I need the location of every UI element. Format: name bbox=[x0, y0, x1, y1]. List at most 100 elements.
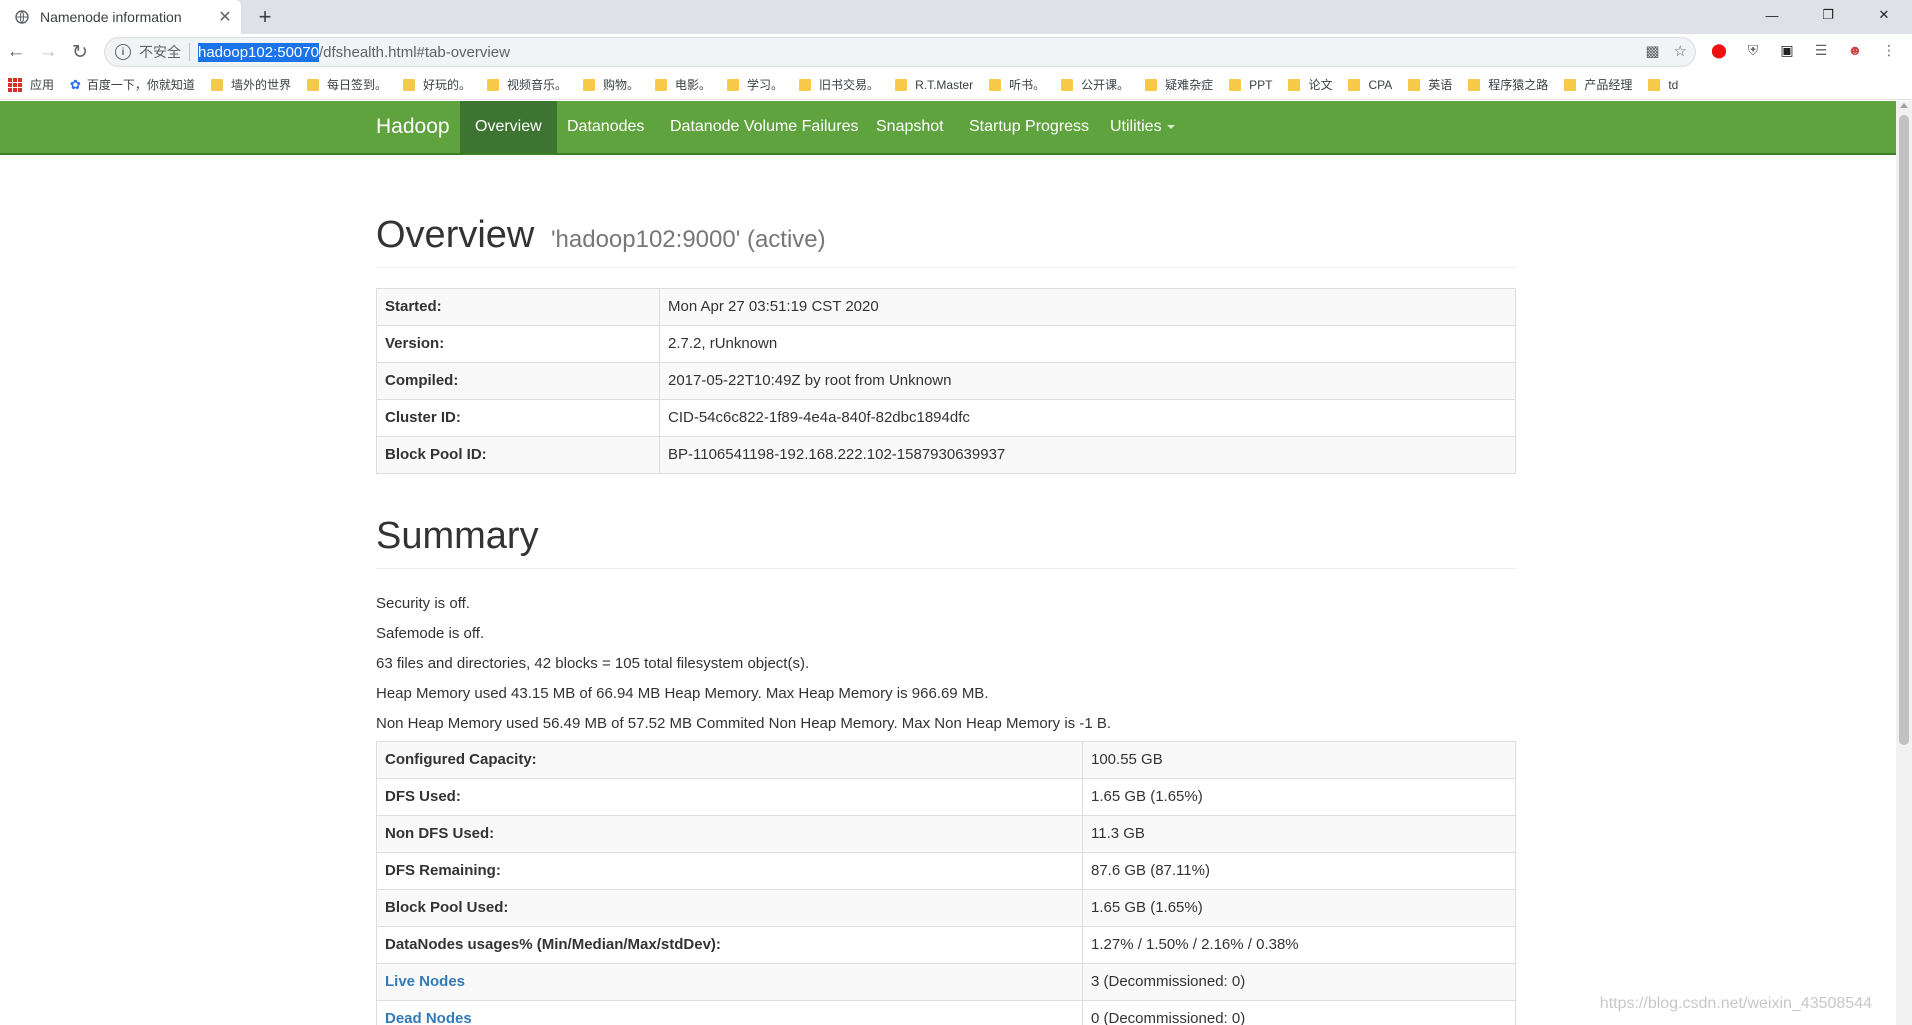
nav-datanodes[interactable]: Datanodes bbox=[552, 101, 659, 153]
bookmark-folder[interactable]: PPT bbox=[1229, 78, 1272, 92]
folder-icon bbox=[799, 78, 812, 91]
bookmark-folder[interactable]: 公开课。 bbox=[1061, 76, 1129, 93]
bookmark-folder[interactable]: 产品经理 bbox=[1564, 76, 1632, 93]
bookmark-label: 好玩的。 bbox=[422, 78, 471, 92]
bookmark-label: td bbox=[1668, 77, 1679, 92]
nav-overview[interactable]: Overview bbox=[460, 101, 557, 153]
overview-title-text: Overview bbox=[376, 214, 535, 256]
folder-icon bbox=[1229, 78, 1242, 91]
back-icon[interactable]: ← bbox=[2, 38, 30, 66]
extension-icon[interactable]: ▣ bbox=[1776, 39, 1798, 61]
bookmark-folder[interactable]: 学习。 bbox=[727, 76, 783, 93]
folder-icon bbox=[402, 78, 415, 91]
opera-icon[interactable]: ⬤ bbox=[1708, 39, 1730, 61]
reload-icon[interactable]: ↻ bbox=[66, 38, 94, 66]
restore-icon[interactable]: ❐ bbox=[1800, 0, 1856, 30]
folder-icon bbox=[486, 78, 499, 91]
url-host[interactable]: hadoop102:50070 bbox=[198, 42, 319, 62]
url-path[interactable]: /dfshealth.html#tab-overview bbox=[319, 44, 510, 61]
browser-tabstrip: Namenode information ✕ + — ❐ ✕ bbox=[0, 0, 1912, 34]
bookmark-folder[interactable]: R.T.Master bbox=[895, 78, 973, 92]
bookmark-folder[interactable]: 疑难杂症 bbox=[1145, 76, 1213, 93]
row-key: Version: bbox=[376, 324, 660, 363]
menu-icon[interactable]: ⋮ bbox=[1878, 39, 1900, 61]
summary-title: Summary bbox=[376, 514, 539, 557]
bookmark-star-icon[interactable]: ☆ bbox=[1674, 42, 1687, 60]
bookmark-label: 墙外的世界 bbox=[230, 78, 291, 92]
new-tab-button[interactable]: + bbox=[252, 4, 278, 30]
minimize-icon[interactable]: — bbox=[1744, 0, 1800, 30]
navbar-brand[interactable]: Hadoop bbox=[376, 101, 450, 153]
live-nodes-link[interactable]: Live Nodes bbox=[385, 973, 465, 990]
row-value: 1.27% / 1.50% / 2.16% / 0.38% bbox=[1082, 925, 1516, 964]
bookmark-folder[interactable]: 视频音乐。 bbox=[486, 76, 567, 93]
bookmark-folder[interactable]: CPA bbox=[1348, 78, 1392, 92]
page-scrollbar[interactable] bbox=[1896, 101, 1912, 1025]
bookmark-folder[interactable]: 程序猿之路 bbox=[1468, 76, 1548, 93]
row-key: DFS Used: bbox=[376, 777, 1083, 816]
bookmark-label: 学习。 bbox=[747, 78, 784, 92]
bookmark-label: CPA bbox=[1368, 77, 1393, 92]
bookmark-baidu[interactable]: ✿ 百度一下，你就知道 bbox=[70, 76, 195, 93]
row-value: Mon Apr 27 03:51:19 CST 2020 bbox=[659, 287, 1516, 326]
bookmark-folder[interactable]: 听书。 bbox=[989, 76, 1045, 93]
bookmark-label: 旧书交易。 bbox=[819, 78, 880, 92]
bookmark-label: PPT bbox=[1249, 77, 1273, 92]
nav-utilities-label: Utilities bbox=[1110, 118, 1162, 135]
address-bar[interactable]: i 不安全 hadoop102:50070 /dfshealth.html#ta… bbox=[104, 37, 1696, 67]
globe-icon bbox=[14, 9, 30, 25]
bookmark-folder[interactable]: 论文 bbox=[1288, 76, 1332, 93]
bookmark-label: 公开课。 bbox=[1081, 78, 1130, 92]
bookmark-label: R.T.Master bbox=[915, 77, 974, 92]
extension-icons: ⬤ ⛨ ▣ ☰ ☻ ⋮ bbox=[1708, 39, 1900, 61]
nav-snapshot[interactable]: Snapshot bbox=[861, 101, 959, 153]
info-icon[interactable]: i bbox=[115, 44, 131, 60]
folder-icon bbox=[1408, 78, 1421, 91]
row-value: 2017-05-22T10:49Z by root from Unknown bbox=[659, 361, 1516, 400]
profile-avatar-icon[interactable]: ☻ bbox=[1844, 39, 1866, 61]
insecure-label: 不安全 bbox=[139, 44, 181, 60]
row-value: CID-54c6c822-1f89-4e4a-840f-82dbc1894dfc bbox=[659, 398, 1516, 437]
close-tab-icon[interactable]: ✕ bbox=[213, 5, 237, 29]
bookmark-folder[interactable]: 电影。 bbox=[655, 76, 711, 93]
baidu-paw-icon: ✿ bbox=[70, 76, 81, 92]
bookmark-folder[interactable]: 墙外的世界 bbox=[210, 76, 291, 93]
scrollbar-thumb[interactable] bbox=[1899, 115, 1909, 745]
row-value: BP-1106541198-192.168.222.102-1587930639… bbox=[659, 435, 1516, 474]
scroll-up-icon[interactable] bbox=[1900, 103, 1908, 108]
browser-tab[interactable]: Namenode information ✕ bbox=[0, 0, 241, 34]
nav-datanode-volume-failures[interactable]: Datanode Volume Failures bbox=[655, 101, 874, 153]
bookmark-folder[interactable]: 每日签到。 bbox=[306, 76, 387, 93]
dead-nodes-link[interactable]: Dead Nodes bbox=[385, 1010, 472, 1025]
shield-icon[interactable]: ⛨ bbox=[1742, 39, 1764, 61]
bookmark-folder[interactable]: td bbox=[1648, 78, 1678, 92]
row-value: 1.65 GB (1.65%) bbox=[1082, 888, 1516, 927]
reading-list-icon[interactable]: ☰ bbox=[1810, 39, 1832, 61]
table-row: Cluster ID: CID-54c6c822-1f89-4e4a-840f-8… bbox=[376, 398, 1516, 437]
bookmark-folder[interactable]: 英语 bbox=[1408, 76, 1452, 93]
main-content: Overview 'hadoop102:9000' (active) Start… bbox=[376, 155, 1516, 1025]
folder-icon bbox=[1564, 78, 1577, 91]
folder-icon bbox=[583, 78, 595, 91]
bookmark-label: 视频音乐。 bbox=[506, 78, 567, 92]
folder-icon bbox=[655, 78, 668, 91]
summary-line: Heap Memory used 43.15 MB of 66.94 MB He… bbox=[376, 684, 989, 702]
folder-icon bbox=[1648, 78, 1661, 91]
close-window-icon[interactable]: ✕ bbox=[1856, 0, 1912, 30]
bookmarks-bar: 应用 ✿ 百度一下，你就知道 墙外的世界 每日签到。 好玩的。 视频音乐。 购物… bbox=[0, 70, 1912, 100]
cast-icon[interactable]: ▩ bbox=[1645, 42, 1659, 60]
nav-startup-progress[interactable]: Startup Progress bbox=[954, 101, 1104, 153]
folder-icon bbox=[895, 78, 908, 91]
tab-title: Namenode information bbox=[40, 9, 182, 25]
bookmark-folder[interactable]: 购物。 bbox=[583, 76, 639, 93]
bookmark-label: 英语 bbox=[1428, 78, 1453, 92]
summary-header: Summary bbox=[376, 514, 1516, 569]
row-key: Non DFS Used: bbox=[376, 814, 1083, 853]
bookmark-folder[interactable]: 好玩的。 bbox=[402, 76, 471, 93]
bookmark-folder[interactable]: 旧书交易。 bbox=[799, 76, 879, 93]
forward-icon[interactable]: → bbox=[34, 38, 62, 66]
bookmark-label: 疑难杂症 bbox=[1165, 78, 1214, 92]
nav-utilities[interactable]: Utilities bbox=[1095, 101, 1190, 153]
row-key: DFS Remaining: bbox=[376, 851, 1083, 890]
bookmark-apps[interactable]: 应用 bbox=[8, 76, 54, 93]
